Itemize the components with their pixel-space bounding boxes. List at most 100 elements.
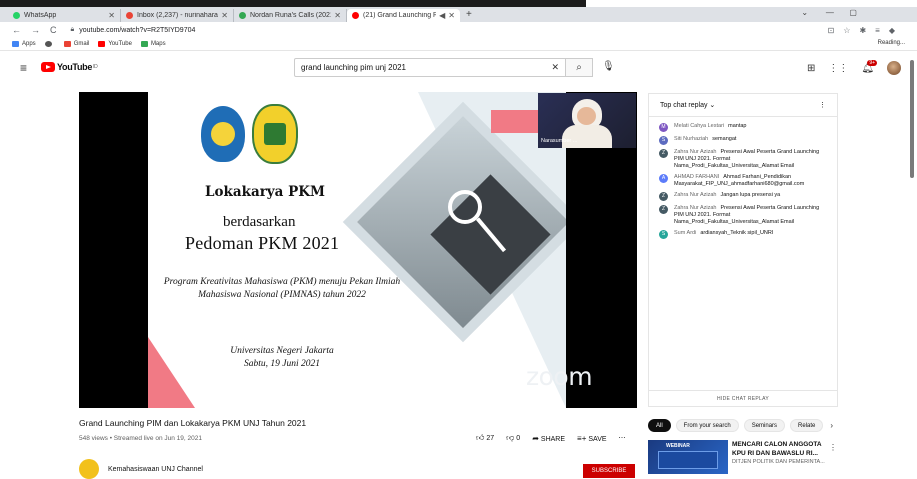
close-tab-icon[interactable]: ✕ <box>108 11 115 20</box>
chip-related[interactable]: Relate <box>790 419 824 432</box>
audio-icon[interactable]: ◀ <box>439 11 445 20</box>
tab-label: (21) Grand Launching PIM d... <box>363 12 437 19</box>
close-tab-icon[interactable]: ✕ <box>448 11 455 20</box>
chip-from-search[interactable]: From your search <box>675 419 739 432</box>
subscribe-button[interactable]: SUBSCRIBE <box>583 464 635 478</box>
chat-mode-dropdown[interactable]: Top chat replay ⌄ <box>660 101 715 109</box>
speaker-body <box>562 125 612 148</box>
reading-list[interactable]: Reading... <box>878 40 905 46</box>
hide-chat-button[interactable]: HIDE CHAT REPLAY <box>649 390 837 406</box>
more-options-icon[interactable]: ⋮ <box>819 101 826 109</box>
chat-avatar: Z <box>659 149 668 158</box>
chip-seminars[interactable]: Seminars <box>743 419 786 432</box>
share-button[interactable]: ➦ SHARE <box>532 434 565 443</box>
save-button[interactable]: ≡+ SAVE <box>577 434 607 443</box>
video-meta: 548 views • Streamed live on Jun 19, 202… <box>79 435 202 442</box>
recommended-info[interactable]: MENCARI CALON ANGGOTA KPU RI DAN BAWASLU… <box>732 440 827 474</box>
install-icon[interactable]: ⊡ <box>828 26 835 35</box>
chat-author: Zahra Nur Azizah <box>674 192 717 198</box>
chat-message: Z Zahra Nur Azizah Presensi Awal Peserta G… <box>649 149 837 170</box>
profile-icon[interactable]: ◆ <box>889 26 895 35</box>
youtube-icon <box>98 41 106 47</box>
chat-author: Melati Cahya Lestari <box>674 123 725 129</box>
new-tab-button[interactable]: + <box>466 9 472 22</box>
whatsapp-icon <box>13 12 20 19</box>
chat-body: Zahra Nur Azizah Presensi Awal Peserta Gr… <box>674 205 827 226</box>
youtube-icon <box>352 12 359 19</box>
recommended-channel: DITJEN POLITIK DAN PEMERINTA... <box>732 459 825 465</box>
bookmark-apps[interactable]: Apps <box>12 41 36 47</box>
page-scrollbar[interactable] <box>910 60 914 178</box>
chat-message-list: M Melati Cahya Lestari mantap S Siti Nurhazi… <box>649 117 837 239</box>
speaker-face <box>577 107 596 125</box>
more-actions-icon[interactable]: ⋯ <box>619 434 626 442</box>
microphone-icon[interactable]: 🎙︎ <box>602 61 615 72</box>
chat-author: Siti Nurhaziah <box>674 136 709 142</box>
more-options-icon[interactable]: ⋮ <box>829 443 837 452</box>
reload-icon[interactable]: C <box>50 25 57 35</box>
browser-tab[interactable]: Inbox (2,237) - nurinaharai@gm... ✕ <box>121 9 234 22</box>
notifications-icon[interactable]: 🔔︎ 9+ <box>861 59 878 74</box>
url-field[interactable]: 🔒︎ youtube.com/watch?v=R2T5IYD9704 <box>71 26 196 34</box>
tab-label: Inbox (2,237) - nurinaharai@gm... <box>137 12 218 19</box>
bookmarks-bar: Apps Gmail YouTube Maps <box>0 38 917 51</box>
chevron-right-icon[interactable]: › <box>830 421 833 430</box>
thumbnail-text: WEBINAR <box>666 443 690 449</box>
recommended-title: MENCARI CALON ANGGOTA KPU RI DAN BAWASLU… <box>732 441 822 457</box>
cast-icon[interactable]: ≡ <box>875 26 880 35</box>
bookmark-youtube[interactable]: YouTube <box>98 41 132 47</box>
avatar[interactable] <box>887 61 902 75</box>
back-icon[interactable]: ← <box>12 25 21 35</box>
channel-avatar[interactable] <box>79 459 99 479</box>
create-video-icon[interactable]: ⊞ <box>807 63 815 74</box>
dislike-button[interactable]: 👎︎ 0 <box>506 433 520 443</box>
chat-message: M Melati Cahya Lestari mantap <box>649 123 837 132</box>
channel-info[interactable]: Kemahasiswaan UNJ Channel <box>79 459 203 479</box>
bookmark-maps[interactable]: Maps <box>140 41 166 47</box>
gmail-icon <box>63 41 71 47</box>
video-thumbnail[interactable]: WEBINAR <box>648 440 728 474</box>
browser-tab[interactable]: WhatsApp ✕ <box>8 9 121 22</box>
extension-icon[interactable]: ✱ <box>859 26 866 35</box>
chat-message: S Sum Ardi ardiansyah_Teknik sipil_UNRI <box>649 230 837 239</box>
chip-all[interactable]: All <box>648 419 671 432</box>
chat-text: Jangan lupa presensi ya <box>720 192 781 198</box>
clear-search-icon[interactable]: ✕ <box>551 62 559 73</box>
unj-logo <box>252 104 298 164</box>
lock-icon: 🔒︎ <box>70 26 75 33</box>
playlist-add-icon: ≡+ <box>577 433 587 443</box>
star-icon[interactable]: ☆ <box>843 26 850 35</box>
search-button[interactable]: ⌕ <box>566 58 593 77</box>
search-input[interactable]: grand launching pim unj 2021 ✕ <box>294 58 566 77</box>
close-tab-icon[interactable]: ✕ <box>334 11 341 20</box>
speaker-camera: Narasumber ... <box>538 93 636 148</box>
hamburger-menu-icon[interactable]: ≡ <box>20 61 27 75</box>
chat-avatar: S <box>659 230 668 239</box>
reading-list-label: Reading... <box>877 40 905 46</box>
search-icon: ⌕ <box>576 62 582 73</box>
youtube-logo[interactable]: YouTube ID <box>41 62 98 72</box>
bookmark-site[interactable] <box>44 41 55 47</box>
chat-header: Top chat replay ⌄ ⋮ <box>649 94 837 117</box>
forward-icon[interactable]: → <box>31 25 40 35</box>
close-tab-icon[interactable]: ✕ <box>221 11 228 20</box>
bookmark-gmail[interactable]: Gmail <box>63 41 89 47</box>
recommended-video[interactable]: WEBINAR MENCARI CALON ANGGOTA KPU RI DAN… <box>648 440 827 474</box>
slide-decor-rect <box>491 110 539 133</box>
slide-place: Universitas Negeri Jakarta <box>230 346 334 356</box>
apps-icon <box>12 41 19 47</box>
thumbs-down-icon: 👎︎ <box>506 433 515 442</box>
channel-name[interactable]: Kemahasiswaan UNJ Channel <box>108 466 203 473</box>
share-icon: ➦ <box>532 433 539 443</box>
chat-body: Zahra Nur Azizah Presensi Awal Peserta Gr… <box>674 149 827 170</box>
window-controls[interactable]: ⌄ — ▢ <box>801 8 857 17</box>
maps-icon <box>140 41 148 47</box>
chat-avatar: Z <box>659 205 668 214</box>
browser-tab-active[interactable]: (21) Grand Launching PIM d... ◀ ✕ <box>347 9 460 22</box>
like-button[interactable]: 👍︎ 27 <box>476 433 494 443</box>
thumbs-up-icon: 👍︎ <box>476 433 485 442</box>
browser-tab[interactable]: Nordan Runa's Calls (2021) Epis... ✕ <box>234 9 347 22</box>
chat-body: AHMAD FARHANI Ahmad Farhani_Pendidikan Ma… <box>674 174 827 188</box>
related-filter-chips: All From your search Seminars Relate › <box>648 419 833 432</box>
apps-grid-icon[interactable]: ⋮⋮ <box>828 63 848 74</box>
